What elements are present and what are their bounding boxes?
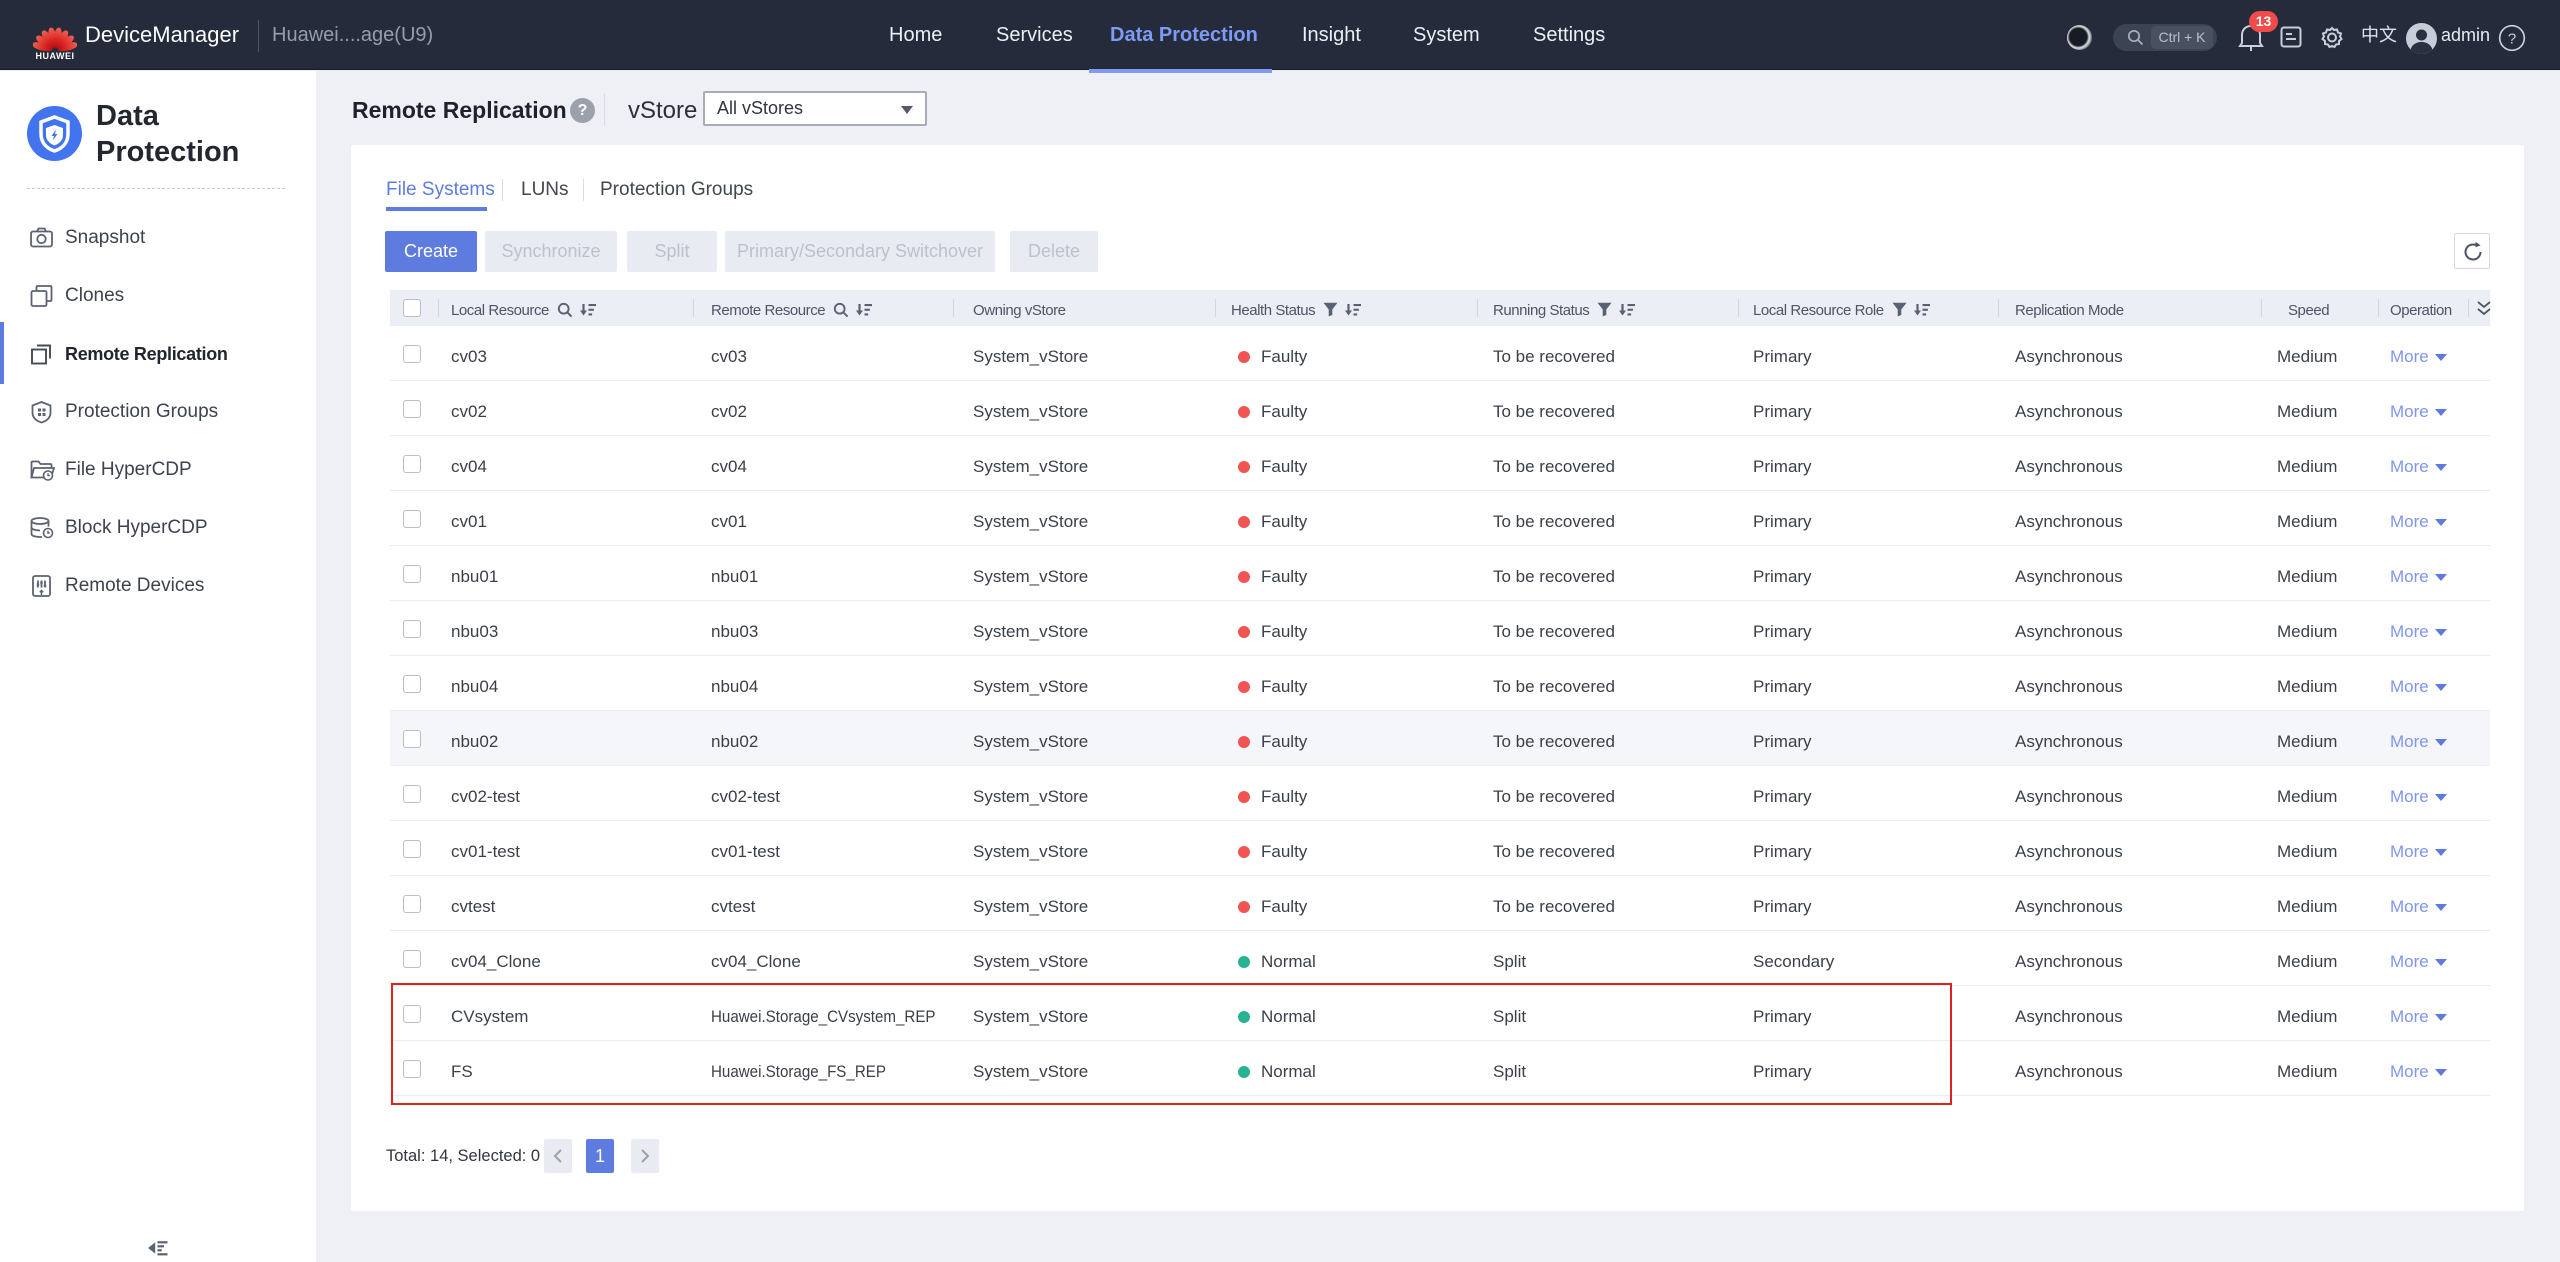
svg-text:?: ?: [2508, 31, 2516, 48]
svg-text:HUAWEI: HUAWEI: [36, 51, 75, 61]
